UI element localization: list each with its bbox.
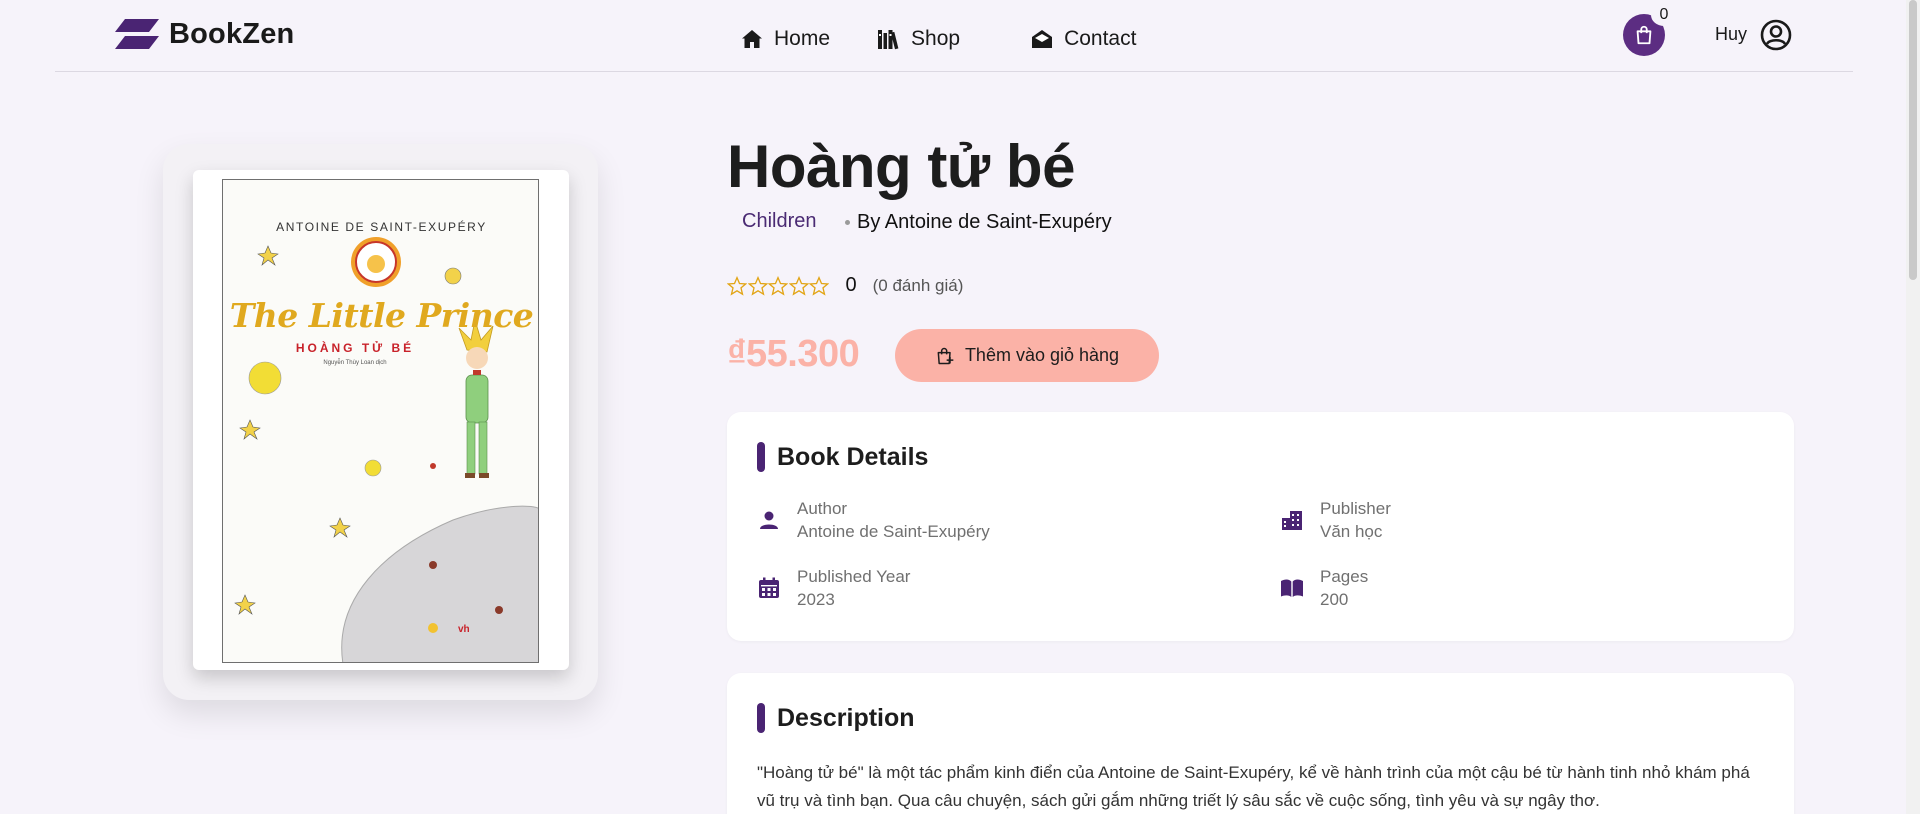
- page-scrollbar[interactable]: [1906, 0, 1920, 814]
- scrollbar-thumb[interactable]: [1909, 0, 1917, 280]
- star-outline-icon: [747, 275, 768, 296]
- cover-author: ANTOINE DE SAINT-EXUPÉRY: [276, 220, 487, 234]
- home-icon: [742, 30, 762, 48]
- rating-value: 0: [845, 274, 857, 296]
- book-details-heading: Book Details: [757, 442, 928, 472]
- author-line: By Antoine de Saint-Exupéry: [857, 211, 1112, 233]
- cover-illustration: vh ANTOINE DE SAINT-EXUPÉRY The Little P…: [222, 179, 539, 663]
- published-year-label: Published Year: [797, 567, 911, 586]
- detail-pages: Pages 200: [1280, 566, 1368, 611]
- shopping-bag-icon: [1636, 25, 1652, 45]
- main-nav: Home Shop Contact: [740, 27, 1136, 51]
- published-year-value: 2023: [797, 590, 835, 609]
- detail-author: Author Antoine de Saint-Exupéry: [757, 498, 990, 543]
- heading-accent-bar: [757, 442, 765, 472]
- star-outline-icon: [809, 275, 829, 296]
- nav-contact-label: Contact: [1064, 27, 1137, 50]
- cover-card: vh ANTOINE DE SAINT-EXUPÉRY The Little P…: [163, 144, 598, 700]
- building-icon: [1282, 511, 1302, 530]
- cover-subtitle: HOÀNG TỬ BÉ: [295, 341, 415, 355]
- category-link[interactable]: Children: [742, 210, 816, 233]
- nav-home[interactable]: Home: [740, 27, 830, 51]
- cover-translator: Nguyễn Thùy Loan dịch: [323, 360, 387, 366]
- bag-plus-icon: [937, 347, 954, 364]
- calendar-icon: [759, 577, 779, 598]
- book-cover: vh ANTOINE DE SAINT-EXUPÉRY The Little P…: [193, 170, 569, 670]
- add-to-cart-button[interactable]: Thêm vào giỏ hàng: [895, 329, 1159, 382]
- rating-stars: [727, 275, 830, 296]
- site-header: BookZen Home Shop Contact 0 Huy: [55, 0, 1853, 72]
- pages-label: Pages: [1320, 567, 1369, 586]
- nav-shop-label: Shop: [911, 27, 961, 50]
- star-outline-icon: [727, 275, 747, 296]
- little-prince-illustration: vh: [234, 237, 538, 662]
- author-label: Author: [797, 499, 848, 518]
- add-to-cart-label: Thêm vào giỏ hàng: [964, 345, 1120, 365]
- heading-accent-bar: [757, 703, 765, 733]
- user-account-icon[interactable]: [1760, 19, 1792, 51]
- author-value: Antoine de Saint-Exupéry: [797, 522, 990, 541]
- detail-publisher: Publisher Văn học: [1280, 498, 1391, 543]
- rating: 0 (0 đánh giá): [727, 274, 963, 297]
- person-icon: [760, 511, 778, 529]
- nav-contact[interactable]: Contact: [1030, 27, 1136, 51]
- book-title: Hoàng tử bé: [727, 133, 1075, 200]
- separator-dot: [845, 220, 850, 225]
- cart-count-badge: 0: [1651, 4, 1677, 26]
- description-title: Description: [777, 703, 915, 732]
- logo-text: BookZen: [169, 18, 295, 50]
- books-icon: [878, 30, 899, 50]
- description-heading: Description: [757, 703, 915, 733]
- book-details-card: Book Details Author Antoine de Saint-Exu…: [727, 412, 1794, 641]
- nav-home-label: Home: [774, 27, 831, 50]
- cover-title: The Little Prince: [229, 296, 534, 335]
- open-book-icon: [1281, 579, 1303, 597]
- svg-text:vh: vh: [458, 624, 470, 635]
- star-outline-icon: [768, 275, 788, 296]
- rating-count: (0 đánh giá): [872, 275, 964, 295]
- pages-value: 200: [1320, 590, 1349, 609]
- description-card: Description "Hoàng tử bé" là một tác phẩ…: [727, 673, 1794, 814]
- publisher-label: Publisher: [1320, 499, 1391, 518]
- nav-shop[interactable]: Shop: [877, 27, 960, 51]
- book-details-title: Book Details: [777, 442, 929, 471]
- logo[interactable]: BookZen: [115, 18, 294, 51]
- publisher-value: Văn học: [1320, 522, 1383, 541]
- star-outline-icon: [788, 275, 809, 296]
- detail-published-year: Published Year 2023: [757, 566, 910, 611]
- price: ₫55.300: [727, 333, 860, 375]
- user-name[interactable]: Huy: [1715, 24, 1747, 45]
- logo-mark-icon: [115, 18, 159, 49]
- mail-open-icon: [1032, 30, 1053, 48]
- description-text: "Hoàng tử bé" là một tác phẩm kinh điển …: [757, 763, 1750, 810]
